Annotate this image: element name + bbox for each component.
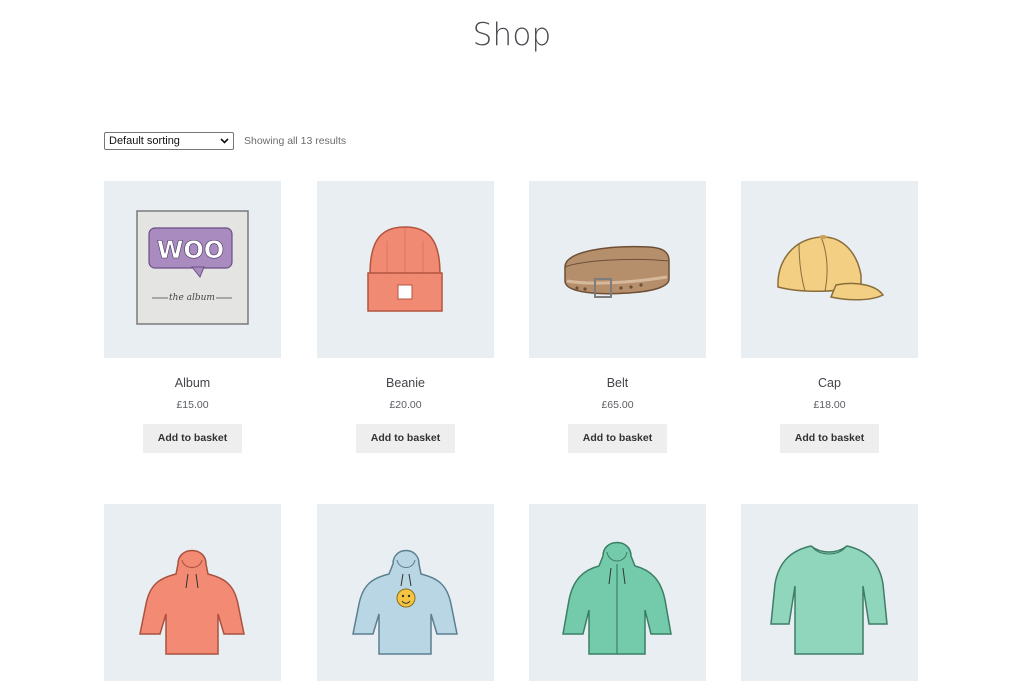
product-price: £15.00	[176, 399, 209, 411]
product-price: £65.00	[601, 399, 634, 411]
add-to-basket-button[interactable]: Add to basket	[779, 424, 880, 453]
sort-select[interactable]: Default sorting	[104, 132, 234, 150]
product-image-cap[interactable]	[741, 181, 918, 358]
product-image-album[interactable]: WOO the album	[104, 181, 281, 358]
product-image-long-sleeve-tee[interactable]	[741, 504, 918, 681]
product-card-album: WOO the album Album £15.00 Add to basket	[104, 181, 281, 453]
product-card-hoodie-logo	[317, 504, 494, 681]
result-count: Showing all 13 results	[244, 135, 347, 147]
product-image-beanie[interactable]	[317, 181, 494, 358]
sort-select-value: Default sorting	[109, 135, 180, 147]
product-card-hoodie-zipper	[529, 504, 706, 681]
product-card-belt: Belt £65.00 Add to basket	[529, 181, 706, 453]
product-title[interactable]: Beanie	[317, 376, 494, 390]
add-to-basket-button[interactable]: Add to basket	[567, 424, 668, 453]
product-card-long-sleeve-tee	[741, 504, 918, 681]
add-to-basket-button[interactable]: Add to basket	[142, 424, 243, 453]
product-title[interactable]: Album	[104, 376, 281, 390]
product-image-hoodie[interactable]	[104, 504, 281, 681]
album-caption: the album	[169, 293, 215, 303]
album-woo-text: WOO	[157, 236, 224, 264]
page-title: Shop	[472, 17, 552, 53]
product-image-hoodie-zipper[interactable]	[529, 504, 706, 681]
product-image-belt[interactable]	[529, 181, 706, 358]
shop-toolbar: Default sorting Showing all 13 results	[104, 132, 346, 150]
product-price: £20.00	[389, 399, 422, 411]
product-image-hoodie-logo[interactable]	[317, 504, 494, 681]
product-title[interactable]: Belt	[529, 376, 706, 390]
product-title[interactable]: Cap	[741, 376, 918, 390]
chevron-down-icon	[220, 138, 229, 144]
product-card-hoodie	[104, 504, 281, 681]
product-card-cap: Cap £18.00 Add to basket	[741, 181, 918, 453]
product-price: £18.00	[813, 399, 846, 411]
product-card-beanie: Beanie £20.00 Add to basket	[317, 181, 494, 453]
add-to-basket-button[interactable]: Add to basket	[355, 424, 456, 453]
